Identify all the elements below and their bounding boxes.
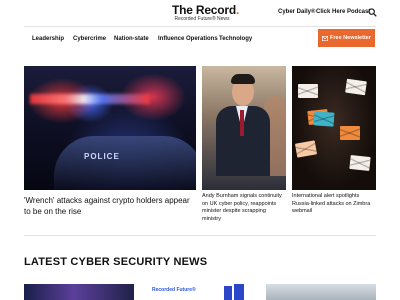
latest-news-title: LATEST CYBER SECURITY NEWS bbox=[24, 256, 208, 268]
envelope-icon bbox=[349, 154, 371, 172]
newsletter-label: Free Newsletter bbox=[330, 35, 371, 41]
nav-divider bbox=[24, 26, 376, 27]
nav-item-leadership[interactable]: Leadership bbox=[32, 36, 64, 42]
latest-thumb-3[interactable] bbox=[204, 284, 260, 300]
site-logo[interactable]: The Record. Recorded Future® News bbox=[172, 4, 239, 22]
story3-image[interactable] bbox=[292, 66, 376, 190]
thumb-graphic bbox=[234, 284, 244, 300]
top-bar: The Record. Recorded Future® News Cyber … bbox=[0, 0, 400, 26]
envelope-icon bbox=[313, 111, 335, 127]
logo-subtitle: Recorded Future® News bbox=[174, 16, 230, 22]
nav-item-cybercrime[interactable]: Cybercrime bbox=[73, 36, 106, 42]
police-car-lettering: POLICE bbox=[84, 152, 120, 161]
latest-thumb-4[interactable] bbox=[266, 284, 376, 300]
story3-headline[interactable]: International alert spotlights Russia-li… bbox=[292, 193, 376, 216]
story2-image[interactable] bbox=[202, 66, 286, 190]
click-here-podcast-link[interactable]: Click Here Podcast bbox=[316, 9, 370, 15]
mail-icon bbox=[322, 35, 329, 41]
cyber-daily-link[interactable]: Cyber Daily® bbox=[278, 9, 315, 15]
envelope-icon bbox=[298, 84, 318, 98]
envelope-icon bbox=[345, 78, 367, 96]
main-story-headline[interactable]: 'Wrench' attacks against crypto holders … bbox=[24, 195, 196, 217]
nav-item-technology[interactable]: Technology bbox=[219, 36, 252, 42]
envelope-icon bbox=[294, 140, 318, 158]
thumb-graphic bbox=[224, 286, 232, 300]
logo-dot: . bbox=[236, 3, 240, 17]
search-icon[interactable] bbox=[368, 8, 377, 17]
police-light-bar bbox=[30, 94, 150, 104]
person-hair bbox=[231, 74, 255, 84]
latest-thumb-2[interactable]: Recorded Future® bbox=[140, 284, 198, 300]
envelope-icon bbox=[340, 126, 360, 140]
nav-item-influence-operations[interactable]: Influence Operations bbox=[158, 36, 218, 42]
recorded-future-logo: Recorded Future® bbox=[152, 287, 196, 293]
story2-headline[interactable]: Andy Burnham signals continuity on UK cy… bbox=[202, 193, 286, 223]
latest-thumb-1[interactable] bbox=[24, 284, 134, 300]
section-divider bbox=[24, 235, 376, 236]
nav-item-nation-state[interactable]: Nation-state bbox=[114, 36, 149, 42]
person-tie bbox=[240, 110, 244, 136]
police-car-shape bbox=[54, 136, 196, 190]
free-newsletter-button[interactable]: Free Newsletter bbox=[318, 29, 375, 47]
logo-title: The Record bbox=[172, 3, 237, 17]
main-story-image[interactable]: POLICE bbox=[24, 66, 196, 190]
